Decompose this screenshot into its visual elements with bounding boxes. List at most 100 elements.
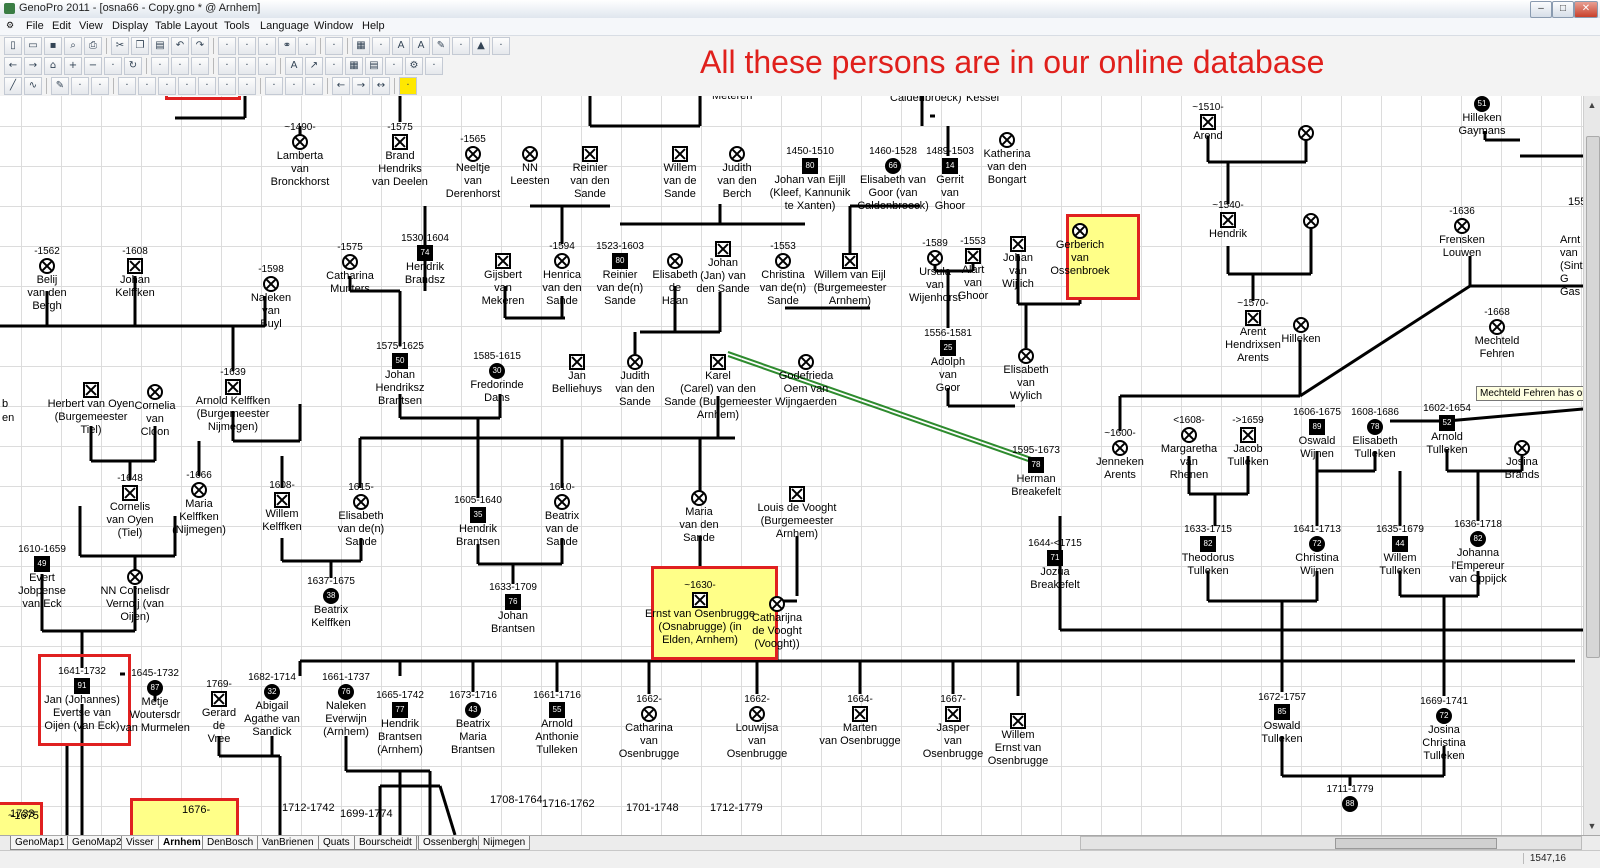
box-4-icon[interactable]: · bbox=[178, 77, 196, 95]
align-left-icon[interactable]: · bbox=[218, 57, 236, 75]
female-symbol-icon[interactable] bbox=[1018, 348, 1034, 364]
text-icon[interactable]: A bbox=[285, 57, 303, 75]
male-symbol-icon[interactable] bbox=[1220, 212, 1236, 228]
double-line-icon[interactable]: · bbox=[71, 77, 89, 95]
female-symbol-icon[interactable]: 38 bbox=[323, 588, 339, 604]
female-symbol-icon[interactable] bbox=[775, 253, 791, 269]
scroll-up-icon[interactable]: ▲ bbox=[1585, 98, 1599, 112]
tab-vanbrienen[interactable]: VanBrienen bbox=[257, 836, 319, 850]
male-symbol-icon[interactable] bbox=[789, 486, 805, 502]
line-medium-icon[interactable]: · bbox=[285, 77, 303, 95]
redo-icon[interactable]: ↷ bbox=[191, 37, 209, 55]
male-symbol-icon[interactable] bbox=[582, 146, 598, 162]
minimize-icon[interactable]: – bbox=[1530, 1, 1552, 18]
table-icon[interactable]: ▤ bbox=[365, 57, 383, 75]
person-card[interactable]: 1610- Beatrix van de Sande bbox=[502, 482, 622, 549]
female-symbol-icon[interactable] bbox=[798, 354, 814, 370]
male-symbol-icon[interactable]: 50 bbox=[392, 353, 408, 369]
female-symbol-icon[interactable] bbox=[353, 494, 369, 510]
align-center-icon[interactable]: · bbox=[238, 57, 256, 75]
print-preview-icon[interactable]: ⌕ bbox=[64, 37, 82, 55]
female-symbol-icon[interactable]: 72 bbox=[1436, 708, 1452, 724]
font-icon[interactable]: A bbox=[412, 37, 430, 55]
align-right-icon[interactable]: · bbox=[258, 57, 276, 75]
zoom-out-icon[interactable]: − bbox=[84, 57, 102, 75]
text-icon[interactable]: A bbox=[392, 37, 410, 55]
male-symbol-icon[interactable] bbox=[1240, 427, 1256, 443]
tab-genomap2[interactable]: GenoMap2 bbox=[67, 836, 127, 850]
person-card[interactable]: Godefrieda Oem van Wijngaerden bbox=[746, 354, 866, 409]
paste-icon[interactable]: ▤ bbox=[151, 37, 169, 55]
app-menu-icon[interactable]: ⚙ bbox=[6, 20, 14, 31]
male-symbol-icon[interactable] bbox=[392, 134, 408, 150]
female-symbol-icon[interactable] bbox=[1454, 218, 1470, 234]
menu-view[interactable]: View bbox=[79, 20, 103, 32]
copy-icon[interactable]: ❐ bbox=[131, 37, 149, 55]
forward-icon[interactable]: → bbox=[24, 57, 42, 75]
male-symbol-icon[interactable]: 77 bbox=[392, 702, 408, 718]
horizontal-scroll-thumb[interactable] bbox=[1335, 838, 1497, 849]
female-symbol-icon[interactable]: 51 bbox=[1474, 96, 1490, 112]
person-card[interactable]: -1608 Johan Kelffken bbox=[75, 246, 195, 300]
person-card[interactable]: Louis de Vooght (Burgemeester Arnhem) bbox=[737, 486, 857, 541]
zoom-in-icon[interactable]: + bbox=[64, 57, 82, 75]
tab-genomap1[interactable]: GenoMap1 bbox=[10, 836, 70, 850]
curve-icon[interactable]: ∿ bbox=[24, 77, 42, 95]
fill-icon[interactable]: · bbox=[452, 37, 470, 55]
line-icon[interactable]: ╱ bbox=[4, 77, 22, 95]
print-icon[interactable]: ⎙ bbox=[84, 37, 102, 55]
arrow-double-icon[interactable]: ↔ bbox=[372, 77, 390, 95]
female-symbol-icon[interactable] bbox=[292, 134, 308, 150]
female-symbol-icon[interactable] bbox=[342, 254, 358, 270]
person-card[interactable]: 51 Hilleken Gaymans bbox=[1422, 96, 1542, 138]
menu-file[interactable]: File bbox=[26, 20, 44, 32]
male-symbol-icon[interactable] bbox=[692, 592, 708, 608]
tab-quats[interactable]: Quats bbox=[318, 836, 355, 850]
person-card[interactable]: 1633-1715 82 Theodorus Tulleken bbox=[1148, 524, 1268, 578]
picture-icon[interactable]: · bbox=[372, 37, 390, 55]
menu-table-layout[interactable]: Table Layout bbox=[155, 20, 217, 32]
arrow-icon[interactable]: ↗ bbox=[305, 57, 323, 75]
tree-icon[interactable]: · bbox=[325, 37, 343, 55]
person-card[interactable]: Elisabeth van Wylich bbox=[966, 348, 1086, 403]
male-symbol-icon[interactable]: 91 bbox=[74, 678, 90, 694]
tab-nijmegen[interactable]: Nijmegen bbox=[478, 836, 531, 850]
triangle-icon[interactable]: ▲ bbox=[472, 37, 490, 55]
home-icon[interactable]: ⌂ bbox=[44, 57, 62, 75]
menu-display[interactable]: Display bbox=[112, 20, 148, 32]
add-family-icon[interactable]: · bbox=[238, 37, 256, 55]
male-symbol-icon[interactable] bbox=[122, 485, 138, 501]
male-symbol-icon[interactable]: 74 bbox=[417, 245, 433, 261]
menu-edit[interactable]: Edit bbox=[52, 20, 71, 32]
menu-language[interactable]: Language bbox=[260, 20, 309, 32]
female-symbol-icon[interactable] bbox=[691, 490, 707, 506]
female-symbol-icon[interactable] bbox=[554, 494, 570, 510]
female-symbol-icon[interactable] bbox=[127, 569, 143, 585]
box-3-icon[interactable]: · bbox=[158, 77, 176, 95]
male-symbol-icon[interactable]: 44 bbox=[1392, 536, 1408, 552]
select-icon[interactable]: · bbox=[151, 57, 169, 75]
person-card[interactable]: 1662- Louwijsa van Osenbrugge bbox=[697, 694, 817, 761]
box-1-icon[interactable]: · bbox=[118, 77, 136, 95]
female-symbol-icon[interactable] bbox=[1514, 440, 1530, 456]
tab-bourscheidt[interactable]: Bourscheidt bbox=[354, 836, 417, 850]
zoom-fit-icon[interactable]: · bbox=[104, 57, 122, 75]
female-symbol-icon[interactable] bbox=[39, 258, 55, 274]
undo-icon[interactable]: ↶ bbox=[171, 37, 189, 55]
person-card[interactable]: Willem Ernst van Osenbrugge bbox=[958, 713, 1078, 768]
female-symbol-icon[interactable]: 72 bbox=[1309, 536, 1325, 552]
close-icon[interactable]: ✕ bbox=[1574, 1, 1598, 18]
save-icon[interactable]: ▪ bbox=[44, 37, 62, 55]
add-individual-icon[interactable]: · bbox=[218, 37, 236, 55]
paint-icon[interactable]: · bbox=[492, 37, 510, 55]
male-symbol-icon[interactable] bbox=[225, 379, 241, 395]
person-card[interactable]: 1633-1709 76 Johan Brantsen bbox=[453, 582, 573, 636]
menu-tools[interactable]: Tools bbox=[224, 20, 250, 32]
move-icon[interactable]: · bbox=[191, 57, 209, 75]
male-symbol-icon[interactable]: 35 bbox=[470, 507, 486, 523]
female-symbol-icon[interactable] bbox=[263, 276, 279, 292]
folder-icon[interactable]: · bbox=[385, 57, 403, 75]
person-card[interactable]: Katherina van den Bongart bbox=[947, 132, 1067, 187]
male-symbol-icon[interactable]: 80 bbox=[802, 158, 818, 174]
person-card[interactable]: Josina Brands bbox=[1462, 440, 1582, 482]
